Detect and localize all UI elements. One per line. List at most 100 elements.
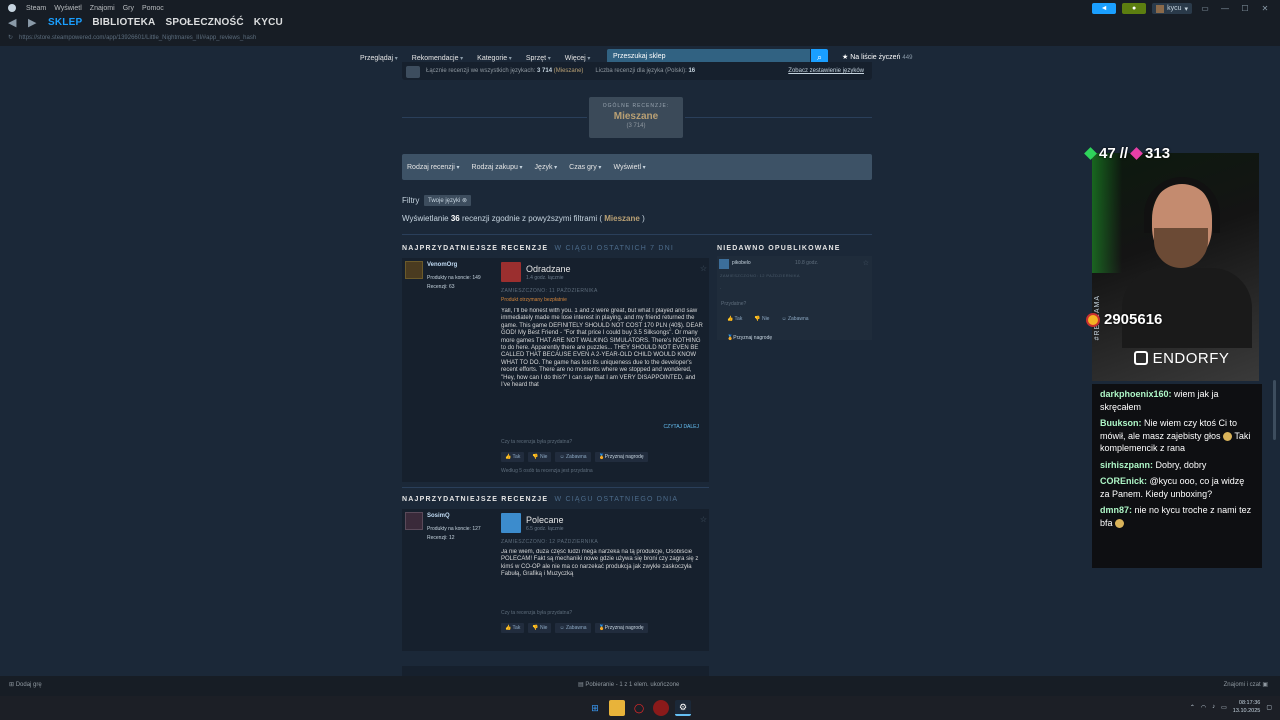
- menu-steam[interactable]: Steam: [26, 5, 46, 12]
- thumbs-up-icon: 👍: [727, 316, 734, 322]
- notification-icon[interactable]: ▢: [1266, 704, 1272, 711]
- vote-yes-button[interactable]: 👍 Tak: [723, 314, 746, 324]
- thumbs-down-icon: 👎: [754, 316, 761, 322]
- vote-no-button[interactable]: 👎 Nie: [528, 452, 552, 462]
- award-button[interactable]: 🏅Przyznaj nagrodę: [594, 452, 648, 462]
- section-title-1day: NAJPRZYDATNIEJSZE RECENZJE W CIĄGU OSTAT…: [402, 496, 679, 503]
- store-nav-hardware[interactable]: Sprzęt: [526, 55, 551, 62]
- store-nav-browse[interactable]: Przeglądaj: [360, 55, 398, 62]
- vote-funny-button[interactable]: ☺ Zabawna: [555, 623, 591, 633]
- file-explorer-icon[interactable]: [609, 700, 625, 716]
- avatar: [1156, 4, 1165, 13]
- see-languages-link[interactable]: Zobacz zestawienie języków: [788, 68, 864, 74]
- review-card: VenomOrg Produkty na koncie: 149 Recenzj…: [402, 258, 709, 482]
- app-icon[interactable]: [653, 700, 669, 716]
- screen-icon[interactable]: ▭: [1198, 4, 1212, 13]
- author-name[interactable]: SosimQ: [427, 513, 450, 519]
- vote-funny-button[interactable]: ☺ Zabawna: [555, 452, 591, 462]
- window-controls: ◄ ● kycu ▾ ▭ — ☐ ✕: [1092, 3, 1272, 14]
- review-hours: 1.4 godz. łącznie: [526, 275, 564, 281]
- windows-start-icon[interactable]: ⊞: [587, 700, 603, 716]
- store-nav-categories[interactable]: Kategorie: [477, 55, 512, 62]
- url-text[interactable]: https://store.steampowered.com/app/13926…: [19, 35, 256, 41]
- award-button[interactable]: 🏅Przyznaj nagrodę: [723, 326, 776, 344]
- avatar[interactable]: [719, 259, 729, 269]
- clock[interactable]: 08:17:36 13.10.2025: [1233, 699, 1261, 715]
- menu-friends[interactable]: Znajomi: [90, 5, 115, 12]
- overall-label: OGÓLNE RECENZJE:: [602, 103, 670, 109]
- counter-sep: //: [1119, 145, 1129, 162]
- award-star-icon[interactable]: ☆: [863, 259, 869, 267]
- filters-label: Filtry: [402, 196, 420, 205]
- award-star-icon[interactable]: ☆: [700, 264, 707, 273]
- chat-message: sirhiszpann: Dobry, dobry: [1100, 459, 1207, 470]
- tab-community[interactable]: SPOŁECZNOŚĆ: [165, 17, 243, 28]
- menu-view[interactable]: Wyświetl: [54, 5, 82, 12]
- store-nav-more[interactable]: Więcej: [565, 55, 591, 62]
- review-verdict[interactable]: Odradzane: [526, 264, 571, 274]
- review-summary-strip: Łącznie recenzji we wszystkich językach:…: [402, 62, 872, 80]
- user-menu[interactable]: kycu ▾: [1152, 3, 1192, 14]
- close-icon[interactable]: ✕: [1258, 4, 1272, 13]
- tab-store[interactable]: SKLEP: [48, 17, 82, 28]
- scrollbar[interactable]: [1273, 380, 1276, 440]
- menu-help[interactable]: Pomoc: [142, 5, 164, 12]
- filter-language[interactable]: Język: [535, 164, 558, 171]
- award-star-icon[interactable]: ☆: [700, 515, 707, 524]
- battery-icon[interactable]: ▭: [1221, 704, 1227, 711]
- recent-review-card: pikobelo 10.8 godz. ☆ ZAMIESZCZONO: 12 P…: [717, 256, 872, 341]
- vote-yes-button[interactable]: 👍 Tak: [501, 623, 525, 633]
- close-icon[interactable]: ⊗: [462, 198, 467, 204]
- read-more-link[interactable]: CZYTAJ DALEJ: [664, 424, 699, 430]
- filter-chip-languages[interactable]: Twoje języki ⊗: [424, 195, 472, 206]
- filter-playtime[interactable]: Czas gry: [569, 164, 601, 171]
- chat-message: dmn87: nie no kycu troche z nami tez bfa: [1100, 505, 1252, 528]
- volume-icon[interactable]: ♪: [1212, 704, 1215, 710]
- client-statusbar: ⊞ Dodaj grę ▤ Pobieranie - 1 z 1 elem. u…: [0, 676, 1280, 696]
- chevron-up-icon[interactable]: ⌃: [1190, 704, 1195, 711]
- opera-icon[interactable]: ◯: [631, 700, 647, 716]
- helpful-question: Czy ta recenzja była przydatna?: [501, 610, 573, 616]
- steam-logo-icon: [8, 4, 16, 12]
- vote-no-button[interactable]: 👎 Nie: [528, 623, 552, 633]
- filter-review-type[interactable]: Rodzaj recenzji: [407, 164, 460, 171]
- recent-author[interactable]: pikobelo: [732, 260, 751, 266]
- avatar[interactable]: [405, 261, 423, 279]
- vote-funny-button[interactable]: ☺ Zabawna: [777, 314, 812, 324]
- minimize-icon[interactable]: —: [1218, 4, 1232, 13]
- wishlist-link[interactable]: ★ Na liście życzeń 449: [842, 53, 912, 61]
- emote-icon: [1115, 518, 1125, 528]
- vote-no-button[interactable]: 👎 Nie: [750, 314, 773, 324]
- thumbs-up-icon: 👍: [505, 454, 512, 460]
- add-game-button[interactable]: ⊞ Dodaj grę: [9, 681, 42, 688]
- tab-library[interactable]: BIBLIOTEKA: [92, 17, 155, 28]
- store-nav-recommendations[interactable]: Rekomendacje: [412, 55, 463, 62]
- maximize-icon[interactable]: ☐: [1238, 4, 1252, 13]
- notifications-button[interactable]: ●: [1122, 3, 1147, 14]
- downloads-status[interactable]: ▤ Pobieranie - 1 z 1 elem. ukończone: [578, 681, 679, 688]
- reload-icon[interactable]: ↻: [8, 34, 13, 41]
- filter-display[interactable]: Wyświetl: [613, 164, 645, 171]
- forward-arrow-icon[interactable]: ▶: [28, 16, 38, 29]
- author-name[interactable]: VenomOrg: [427, 262, 457, 268]
- author-reviews: Recenzji: 63: [427, 284, 455, 290]
- steam-icon[interactable]: ⚙: [675, 700, 691, 716]
- counter-a: 47: [1099, 145, 1116, 162]
- vote-yes-button[interactable]: 👍 Tak: [501, 452, 525, 462]
- thumbs-up-icon: [501, 513, 521, 533]
- helpful-count: Według 5 osób ta recenzja jest przydatna: [501, 468, 593, 474]
- review-verdict[interactable]: Polecane: [526, 515, 564, 525]
- menu-games[interactable]: Gry: [123, 5, 134, 12]
- back-arrow-icon[interactable]: ◀: [8, 16, 18, 29]
- overall-rating: Mieszane: [613, 111, 659, 122]
- avatar[interactable]: [405, 512, 423, 530]
- announce-button[interactable]: ◄: [1092, 3, 1117, 14]
- award-button[interactable]: 🏅Przyznaj nagrodę: [594, 623, 648, 633]
- review-date: ZAMIESZCZONO: 12 PAŹDZIERNIKA: [501, 539, 599, 545]
- filter-purchase-type[interactable]: Rodzaj zakupu: [472, 164, 523, 171]
- client-nav: ◀ ▶ SKLEP BIBLIOTEKA SPOŁECZNOŚĆ KYCU: [8, 16, 283, 29]
- vote-buttons: 👍 Tak 👎 Nie ☺ Zabawna: [723, 314, 813, 324]
- tab-profile[interactable]: KYCU: [254, 17, 283, 28]
- friends-chat-button[interactable]: Znajomi i czat ▣: [1224, 681, 1268, 688]
- wifi-icon[interactable]: ◠: [1201, 704, 1206, 711]
